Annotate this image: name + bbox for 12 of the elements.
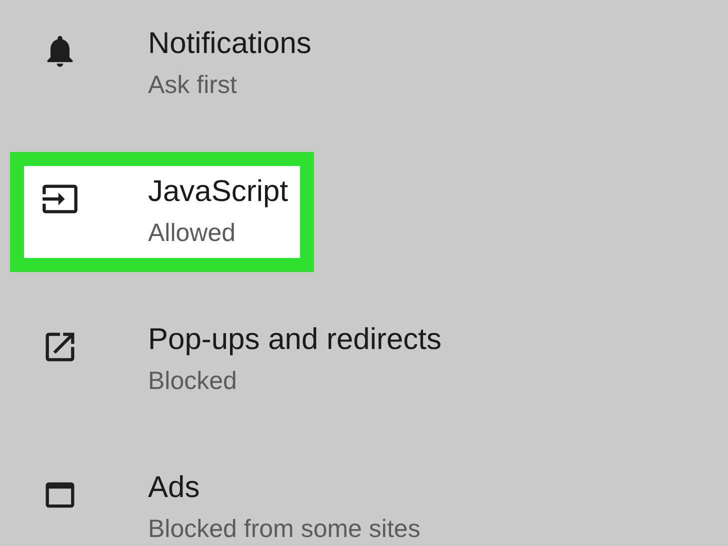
setting-status: Blocked from some sites [148,514,420,545]
settings-item[interactable]: Ads Blocked from some sites [10,448,446,546]
setting-title: Notifications [148,26,312,62]
setting-status: Ask first [148,70,238,101]
setting-title: Ads [148,470,201,506]
settings-item[interactable]: Pop-ups and redirects Blocked [10,300,468,420]
settings-item[interactable]: Notifications Ask first [10,4,338,124]
setting-status: Blocked [148,366,238,397]
setting-title: Pop-ups and redirects [148,322,442,358]
setting-title: JavaScript [148,174,288,210]
setting-status: Allowed [148,218,237,249]
settings-item[interactable]: JavaScript Allowed [10,152,314,272]
